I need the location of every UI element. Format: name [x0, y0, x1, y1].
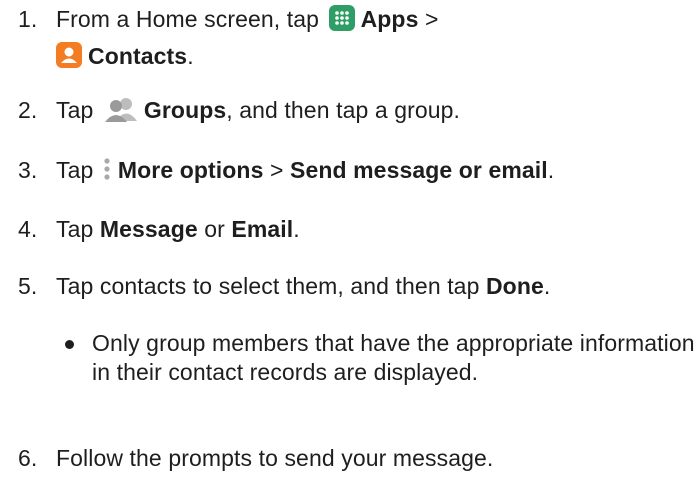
step-plain-text: Tap contacts to select them, and then ta… — [56, 273, 486, 299]
step-text: Follow the prompts to send your message. — [56, 442, 696, 475]
step-1: 1. From a Home screen, tap Apps > Contac… — [18, 3, 696, 77]
step-plain-text: > — [263, 157, 290, 183]
done-label: Done — [485, 273, 544, 299]
apps-label: Apps — [360, 6, 419, 32]
step-plain-text: Follow the prompts to send your message. — [56, 445, 494, 471]
step-plain-text: Tap — [56, 216, 100, 242]
step-plain-text: Tap — [56, 97, 94, 123]
step-number: 3. — [18, 157, 38, 183]
step-plain-text: . — [293, 216, 300, 242]
step-plain-text: . — [187, 43, 194, 69]
contacts-app-icon — [56, 42, 82, 77]
contacts-label: Contacts — [88, 43, 188, 69]
step-plain-text: . — [547, 157, 555, 183]
message-label: Message — [99, 216, 198, 242]
more-options-label: More options — [117, 157, 264, 183]
more-options-vertical-dots-icon — [102, 156, 112, 191]
send-message-or-email-label: Send message or email — [290, 157, 548, 183]
step-plain-text: > — [418, 6, 439, 32]
step-text: Tap More options > Send message or email… — [56, 154, 696, 191]
step-4: 4. Tap Message or Email. — [18, 213, 696, 246]
instruction-document: 1. From a Home screen, tap Apps > Contac… — [0, 0, 700, 481]
note-text: Only group members that have the appropr… — [92, 330, 695, 385]
step-plain-text: , and then tap a group. — [226, 97, 461, 123]
step-plain-text: From a Home screen, tap — [56, 6, 320, 32]
step-number: 2. — [18, 97, 38, 123]
step-plain-text: . — [543, 273, 551, 299]
step-number: 1. — [18, 6, 38, 32]
step-number: 5. — [18, 273, 38, 299]
step-number: 4. — [18, 216, 38, 242]
step-2: 2. Tap Groups, and then tap a group. — [18, 94, 696, 131]
groups-label: Groups — [143, 97, 227, 123]
step-5: 5. Tap contacts to select them, and then… — [18, 270, 696, 303]
step-text: From a Home screen, tap Apps > Contacts. — [56, 3, 696, 77]
step-text: Tap contacts to select them, and then ta… — [56, 270, 696, 303]
step-plain-text: Tap — [56, 157, 94, 183]
step-plain-text: or — [197, 216, 232, 242]
step-number: 6. — [18, 445, 38, 471]
bullet-dot — [65, 340, 74, 349]
apps-grid-icon — [328, 5, 355, 40]
step-text: Tap Message or Email. — [56, 213, 696, 246]
email-label: Email — [231, 216, 294, 242]
note-bullet: Only group members that have the appropr… — [56, 329, 696, 387]
step-3: 3. Tap More options > Send message or em… — [18, 154, 696, 191]
groups-people-icon — [104, 96, 138, 131]
step-6: 6. Follow the prompts to send your messa… — [18, 442, 696, 475]
step-text: Tap Groups, and then tap a group. — [56, 94, 696, 131]
